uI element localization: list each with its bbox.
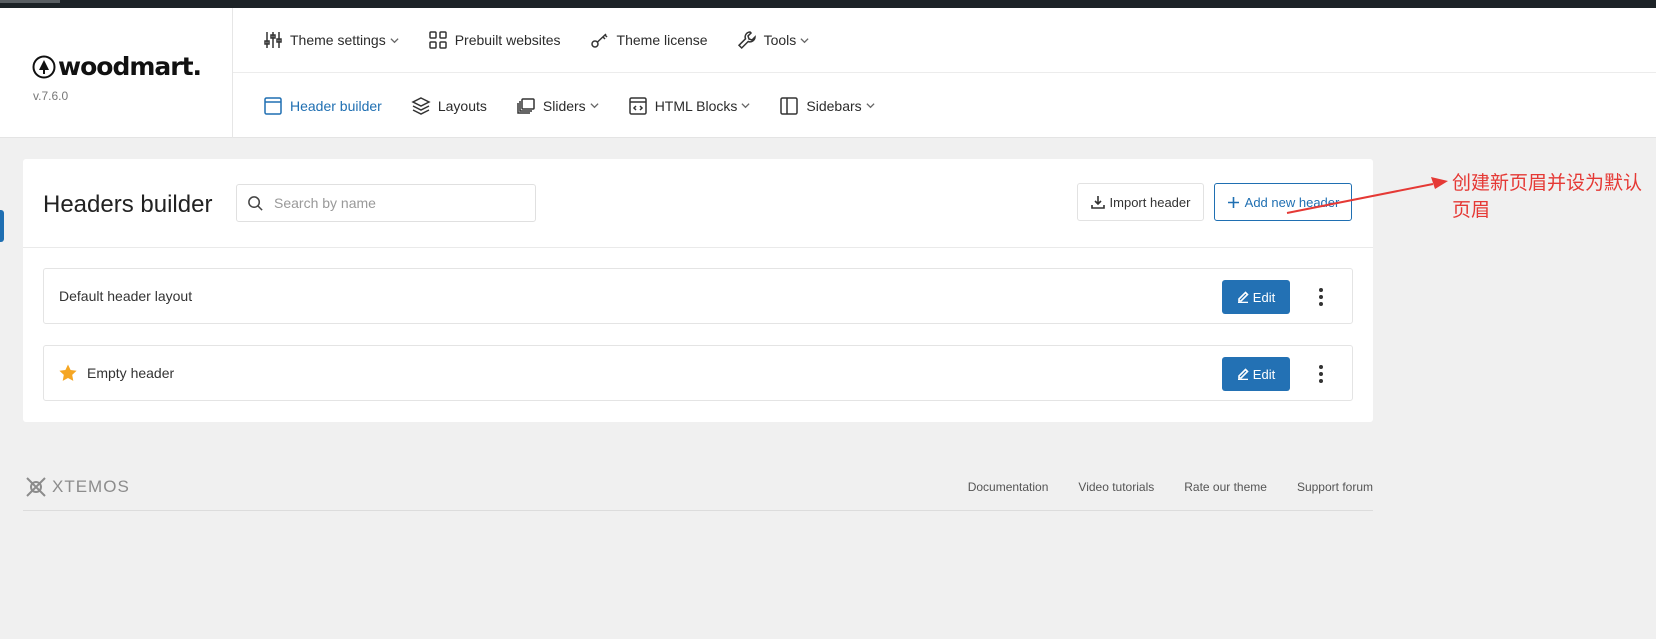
edit-button[interactable]: Edit bbox=[1222, 357, 1290, 391]
version-label: v.7.6.0 bbox=[33, 89, 69, 103]
footer-links: Documentation Video tutorials Rate our t… bbox=[938, 480, 1373, 494]
nav-label: HTML Blocks bbox=[654, 97, 738, 114]
nav-label: Theme license bbox=[616, 32, 708, 48]
grid-icon bbox=[428, 31, 447, 49]
slides-icon bbox=[517, 97, 535, 114]
search-icon bbox=[248, 195, 263, 211]
code-window-icon bbox=[628, 96, 647, 115]
xtemos-mark-icon bbox=[26, 477, 46, 497]
default-star-icon[interactable] bbox=[58, 363, 78, 383]
pencil-icon bbox=[1237, 291, 1249, 303]
header-row: Empty header Edit bbox=[43, 345, 1353, 401]
edit-label: Edit bbox=[1252, 289, 1276, 305]
wrench-icon bbox=[737, 31, 756, 50]
annotation-arrow bbox=[1286, 177, 1448, 214]
footer-link-support-forum[interactable]: Support forum bbox=[1297, 480, 1373, 494]
tree-logo-icon bbox=[32, 55, 56, 78]
nav-bottom-row: Header builder Layouts Sliders HTML Bloc… bbox=[233, 73, 1656, 138]
nav-top-row: Theme settings Prebuilt websites Theme l… bbox=[233, 8, 1656, 73]
plus-icon bbox=[1227, 196, 1239, 208]
key-icon bbox=[590, 33, 608, 48]
edit-label: Edit bbox=[1252, 366, 1276, 382]
page-title: Headers builder bbox=[43, 191, 213, 218]
brand-name: woodmart. bbox=[58, 52, 202, 81]
nav-sidebars[interactable]: Sidebars bbox=[779, 96, 875, 116]
pencil-icon bbox=[1237, 368, 1249, 380]
brand-panel: woodmart. v.7.6.0 bbox=[0, 8, 233, 138]
search-box[interactable] bbox=[236, 184, 536, 222]
import-label: Import header bbox=[1109, 194, 1191, 210]
annotation-note: 创建新页眉并设为默认页眉 bbox=[1452, 173, 1643, 221]
header-name: Default header layout bbox=[59, 288, 193, 304]
footer: XTEMOS Documentation Video tutorials Rat… bbox=[23, 470, 1373, 511]
chevron-down-icon bbox=[866, 103, 875, 109]
download-icon bbox=[1090, 196, 1105, 209]
chevron-down-icon bbox=[390, 37, 399, 43]
nav-label: Prebuilt websites bbox=[454, 32, 561, 48]
chevron-down-icon bbox=[590, 103, 599, 109]
edit-button[interactable]: Edit bbox=[1222, 280, 1290, 314]
xtemos-logo[interactable]: XTEMOS bbox=[23, 474, 130, 500]
nav-label: Header builder bbox=[290, 97, 382, 114]
header-name: Empty header bbox=[87, 365, 175, 381]
nav-theme-license[interactable]: Theme license bbox=[590, 30, 708, 50]
xtemos-text: XTEMOS bbox=[52, 477, 130, 496]
sidebar-icon bbox=[780, 96, 799, 115]
layers-icon bbox=[411, 96, 431, 115]
more-options-icon[interactable] bbox=[1318, 286, 1324, 308]
header-row: Default header layout Edit bbox=[43, 268, 1353, 324]
nav-tools[interactable]: Tools bbox=[737, 30, 810, 50]
nav-label: Tools bbox=[763, 32, 797, 48]
search-input[interactable] bbox=[274, 195, 514, 211]
woodmart-logo[interactable]: woodmart. bbox=[32, 52, 202, 81]
nav-html-blocks[interactable]: HTML Blocks bbox=[628, 96, 751, 116]
nav-label: Sliders bbox=[542, 97, 586, 114]
admin-header: woodmart. v.7.6.0 Theme settings Prebuil… bbox=[0, 8, 1656, 138]
nav-theme-settings[interactable]: Theme settings bbox=[263, 30, 399, 50]
nav-label: Theme settings bbox=[290, 32, 386, 48]
chevron-down-icon bbox=[800, 37, 809, 43]
nav-layouts[interactable]: Layouts bbox=[411, 96, 487, 116]
nav-prebuilt-websites[interactable]: Prebuilt websites bbox=[428, 30, 561, 50]
nav-label: Sidebars bbox=[806, 97, 862, 114]
nav-header-builder[interactable]: Header builder bbox=[263, 96, 382, 116]
chevron-down-icon bbox=[741, 103, 750, 109]
nav-sliders[interactable]: Sliders bbox=[516, 96, 599, 116]
more-options-icon[interactable] bbox=[1318, 363, 1324, 385]
left-edge-handle[interactable] bbox=[0, 210, 4, 242]
browser-top-strip bbox=[0, 0, 1656, 8]
footer-link-rate-theme[interactable]: Rate our theme bbox=[1184, 480, 1267, 494]
nav-label: Layouts bbox=[437, 97, 487, 114]
import-header-button[interactable]: Import header bbox=[1077, 183, 1204, 221]
panel-header: Headers builder Import header Add new he… bbox=[23, 159, 1373, 248]
browser-tab[interactable] bbox=[0, 0, 60, 3]
footer-link-documentation[interactable]: Documentation bbox=[968, 480, 1049, 494]
footer-link-video-tutorials[interactable]: Video tutorials bbox=[1078, 480, 1154, 494]
headers-panel: Headers builder Import header Add new he… bbox=[23, 159, 1373, 422]
window-icon bbox=[264, 96, 282, 115]
sliders-icon bbox=[264, 32, 282, 48]
